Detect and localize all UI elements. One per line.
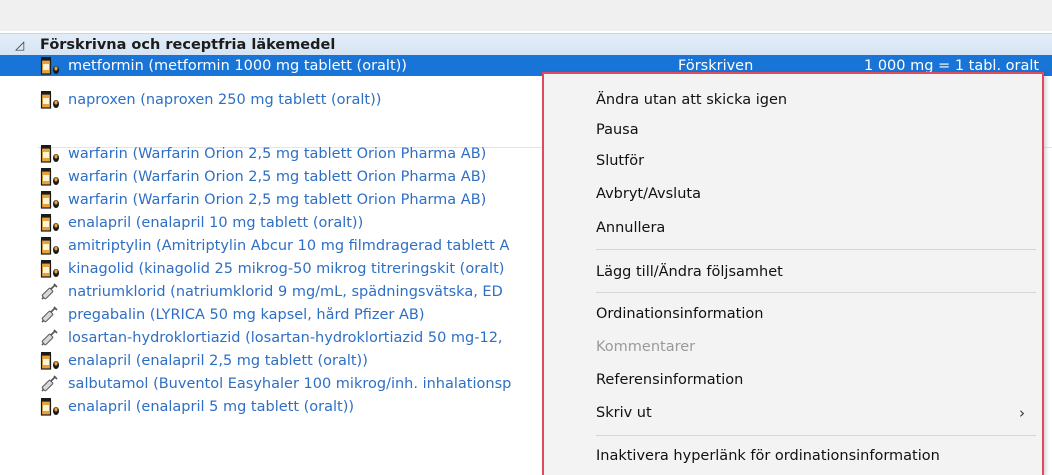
pill-bottle-icon [38,90,68,110]
menu-item-print[interactable]: Skriv ut › [544,399,1042,427]
pill-bottle-icon [38,351,68,371]
syringe-icon [38,374,68,394]
syringe-icon [38,282,68,302]
pill-bottle-icon [38,167,68,187]
pill-bottle-icon [38,213,68,233]
menu-item-comments: Kommentarer [596,339,696,355]
toolbar-strip [0,0,1052,31]
pill-bottle-icon [38,144,68,164]
submenu-arrow-icon: › [1019,404,1025,422]
pill-bottle-icon [38,236,68,256]
menu-item-cancel-end[interactable]: Avbryt/Avsluta [544,180,1042,208]
menu-item-pause[interactable]: Pausa [544,116,1042,144]
syringe-icon [38,305,68,325]
group-title: Förskrivna och receptfria läkemedel [40,36,336,53]
menu-item-complete[interactable]: Slutför [544,147,1042,175]
pill-bottle-icon [38,56,68,76]
menu-item-prescription-info[interactable]: Ordinationsinformation [544,300,1042,328]
pill-bottle-icon [38,397,68,417]
menu-item-annul[interactable]: Annullera [544,214,1042,242]
menu-item-edit-without-resend[interactable]: Ändra utan att skicka igen [544,86,1042,114]
menu-item-adherence[interactable]: Lägg till/Ändra följsamhet [544,258,1042,286]
menu-separator [596,292,1036,293]
collapse-toggle-icon[interactable]: ◿ [15,38,29,52]
menu-separator [596,435,1036,436]
menu-item-disable-hyperlink[interactable]: Inaktivera hyperlänk för ordinationsinfo… [544,442,1042,470]
menu-item-reference-info[interactable]: Referensinformation [544,366,1042,394]
pill-bottle-icon [38,190,68,210]
context-menu: Ändra utan att skicka igen Pausa Slutför… [542,72,1044,475]
syringe-icon [38,328,68,348]
menu-separator [596,249,1036,250]
group-header[interactable]: ◿ Förskrivna och receptfria läkemedel [0,33,1052,56]
pill-bottle-icon [38,259,68,279]
